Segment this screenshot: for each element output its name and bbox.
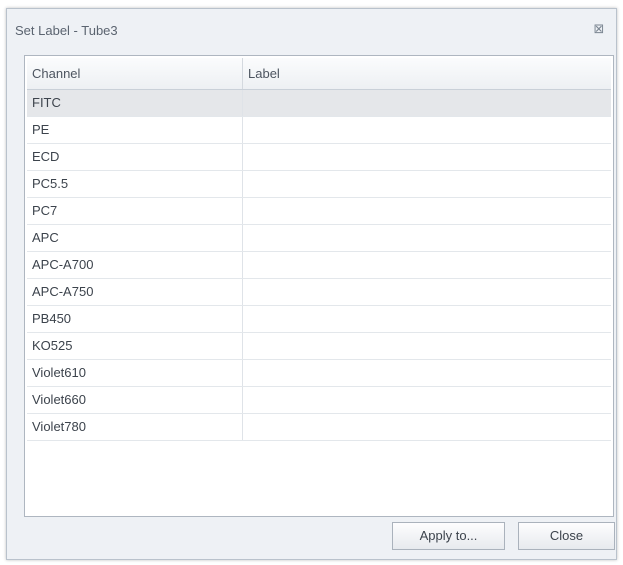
label-cell[interactable] [243, 252, 611, 278]
close-button[interactable]: Close [518, 522, 615, 550]
label-cell[interactable] [243, 171, 611, 197]
channel-cell[interactable]: ECD [27, 144, 243, 170]
channel-cell[interactable]: APC-A750 [27, 279, 243, 305]
table-row[interactable]: PB450 [27, 306, 611, 333]
channel-cell[interactable]: Violet780 [27, 414, 243, 440]
label-cell[interactable] [243, 306, 611, 332]
label-cell[interactable] [243, 333, 611, 359]
table-row[interactable]: PC5.5 [27, 171, 611, 198]
table-row[interactable]: PC7 [27, 198, 611, 225]
channel-cell[interactable]: PC7 [27, 198, 243, 224]
table-row[interactable]: Violet610 [27, 360, 611, 387]
table-row[interactable]: PE [27, 117, 611, 144]
dialog-title: Set Label - Tube3 [15, 23, 118, 38]
label-cell[interactable] [243, 144, 611, 170]
column-header-channel[interactable]: Channel [27, 58, 243, 89]
table-row[interactable]: ECD [27, 144, 611, 171]
table-row[interactable]: KO525 [27, 333, 611, 360]
apply-to-button[interactable]: Apply to... [392, 522, 505, 550]
label-cell[interactable] [243, 414, 611, 440]
channel-cell[interactable]: PB450 [27, 306, 243, 332]
table-row[interactable]: FITC [27, 90, 611, 117]
label-cell[interactable] [243, 225, 611, 251]
label-cell[interactable] [243, 387, 611, 413]
table-row[interactable]: APC-A700 [27, 252, 611, 279]
label-cell[interactable] [243, 117, 611, 143]
channel-cell[interactable]: KO525 [27, 333, 243, 359]
channel-cell[interactable]: APC [27, 225, 243, 251]
channel-cell[interactable]: Violet610 [27, 360, 243, 386]
grid-rows: FITC PE ECD PC5.5 PC7 APC APC-A700 APC-A750 PB45… [27, 90, 611, 441]
table-row[interactable]: Violet780 [27, 414, 611, 441]
label-cell[interactable] [243, 90, 611, 116]
channel-cell[interactable]: APC-A700 [27, 252, 243, 278]
channel-cell[interactable]: Violet660 [27, 387, 243, 413]
channel-cell[interactable]: PE [27, 117, 243, 143]
grid-header: Channel Label [27, 58, 611, 90]
label-cell[interactable] [243, 360, 611, 386]
table-row[interactable]: APC-A750 [27, 279, 611, 306]
label-grid: Channel Label FITC PE ECD PC5.5 PC7 APC APC-A7… [24, 55, 614, 517]
set-label-dialog: Set Label - Tube3 ⊠ Channel Label FITC PE… [6, 8, 617, 560]
table-row[interactable]: APC [27, 225, 611, 252]
table-row[interactable]: Violet660 [27, 387, 611, 414]
label-cell[interactable] [243, 198, 611, 224]
title-bar[interactable]: Set Label - Tube3 ⊠ [7, 9, 616, 51]
close-icon[interactable]: ⊠ [592, 22, 606, 36]
label-cell[interactable] [243, 279, 611, 305]
channel-cell[interactable]: FITC [27, 90, 243, 116]
channel-cell[interactable]: PC5.5 [27, 171, 243, 197]
column-header-label[interactable]: Label [243, 58, 611, 89]
